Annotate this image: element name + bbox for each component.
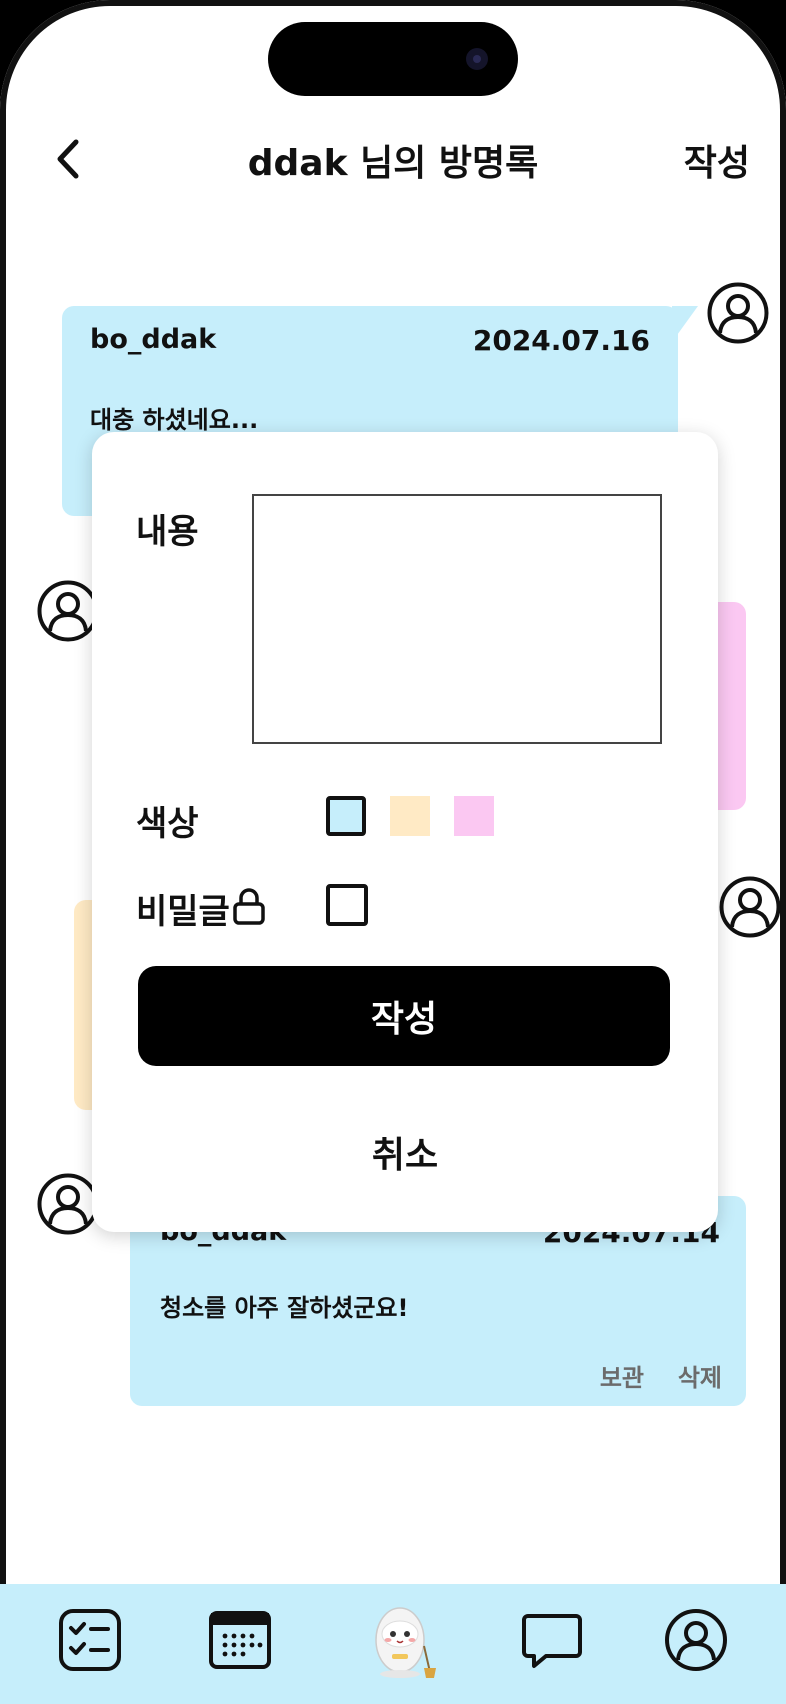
card-username: bo_ddak — [90, 324, 217, 355]
checklist-icon[interactable] — [58, 1608, 122, 1672]
avatar-icon — [37, 580, 99, 642]
header: ddak 님의 방명록 작성 — [0, 120, 786, 200]
write-button[interactable]: 작성 — [684, 134, 750, 186]
card-message: 대충 하셨네요... — [90, 406, 259, 434]
delete-button[interactable]: 삭제 — [678, 1358, 722, 1393]
write-modal: 내용 색상 비밀글 작성 취소 — [92, 432, 718, 1232]
secret-label: 비밀글 — [136, 892, 230, 932]
color-swatch-blue[interactable] — [326, 796, 366, 836]
content-textarea[interactable] — [252, 494, 662, 744]
avatar-icon — [37, 1173, 99, 1235]
card-date: 2024.07.16 — [472, 324, 650, 357]
cancel-button[interactable]: 취소 — [92, 1126, 718, 1178]
profile-icon[interactable] — [664, 1608, 728, 1672]
camera-icon — [466, 48, 488, 70]
page-title: ddak 님의 방명록 — [247, 143, 539, 184]
calendar-icon[interactable] — [208, 1608, 272, 1672]
lock-icon — [233, 888, 265, 925]
chat-icon[interactable] — [520, 1608, 584, 1672]
mascot-home-icon[interactable] — [366, 1594, 438, 1680]
secret-checkbox[interactable] — [326, 884, 368, 926]
archive-button[interactable]: 보관 — [600, 1358, 644, 1393]
dynamic-island — [268, 22, 518, 96]
color-swatch-yellow[interactable] — [390, 796, 430, 836]
phone-screen: ddak 님의 방명록 작성 bo_ddak 2024.07.16 대충 하셨네… — [0, 0, 786, 1704]
color-swatch-pink[interactable] — [454, 796, 494, 836]
card-message: 청소를 아주 잘하셨군요! — [160, 1294, 409, 1322]
avatar-icon — [719, 876, 781, 938]
submit-button[interactable]: 작성 — [138, 966, 670, 1066]
content-label: 내용 — [136, 512, 199, 552]
card-tail — [672, 306, 698, 342]
avatar-icon — [707, 282, 769, 344]
color-label: 색상 — [136, 804, 199, 844]
tab-bar — [0, 1584, 786, 1704]
